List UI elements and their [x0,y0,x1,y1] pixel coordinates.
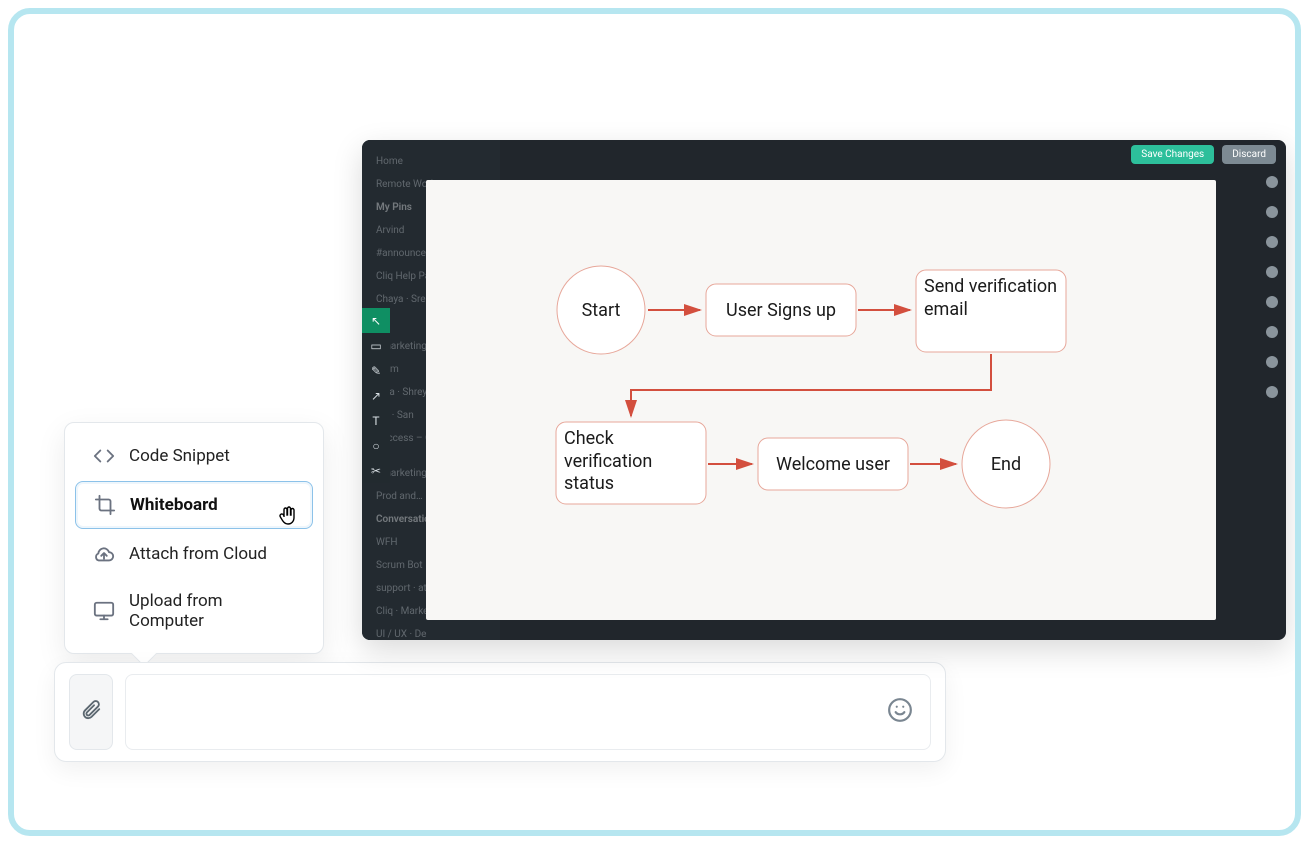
pen-icon: ✎ [371,364,381,378]
tool-pen[interactable]: ✎ [362,358,390,383]
save-changes-button[interactable]: Save Changes [1131,145,1214,164]
popover-item-whiteboard[interactable]: Whiteboard [75,481,313,529]
crop-tool-icon: ✂ [371,464,381,478]
whiteboard-toolbar: ↖ ▭ ✎ ↗ T ○ ✂ [362,308,390,483]
whiteboard-editor: HomeRemote WorkMy PinsArvind#announcemen… [362,140,1286,640]
editor-topbar: Save Changes Discard [362,140,1286,168]
presence-dot [1266,266,1278,278]
whiteboard-canvas[interactable]: Start User Signs up Send verification em… [426,180,1216,620]
tool-comment[interactable]: ○ [362,433,390,458]
discard-button[interactable]: Discard [1222,145,1276,164]
popover-item-attach-cloud[interactable]: Attach from Cloud [75,531,313,577]
attach-button[interactable] [69,674,113,750]
editor-right-icons [1266,176,1282,398]
arrow-email-to-check[interactable] [631,354,991,416]
popover-item-upload-computer[interactable]: Upload from Computer [75,579,313,643]
node-send-email-label: Send verification email [924,276,1058,321]
presence-dot [1266,296,1278,308]
tool-crop[interactable]: ✂ [362,458,390,483]
paperclip-icon [80,699,102,725]
shape-icon: ▭ [370,339,381,353]
app-frame: Code Snippet Whiteboard Attach from Clou… [8,8,1301,836]
node-signup-label: User Signs up [726,300,836,321]
code-icon [93,445,115,467]
comment-icon: ○ [372,439,379,453]
cursor-icon: ↖ [371,314,381,328]
node-welcome-label: Welcome user [776,454,890,475]
attachment-popover: Code Snippet Whiteboard Attach from Clou… [64,422,324,654]
tool-text[interactable]: T [362,408,390,433]
compose-bar [54,662,946,762]
presence-dot [1266,326,1278,338]
presence-dot [1266,206,1278,218]
node-start-label: Start [582,300,621,321]
node-end-label: End [991,454,1021,475]
popover-item-label: Whiteboard [130,495,218,515]
presence-dot [1266,236,1278,248]
text-icon: T [372,414,379,428]
cloud-icon [93,543,115,565]
presence-dot [1266,356,1278,368]
tool-arrow[interactable]: ↗ [362,383,390,408]
emoji-icon [887,697,913,727]
popover-item-code-snippet[interactable]: Code Snippet [75,433,313,479]
crop-icon [94,494,116,516]
flowchart-svg: Start User Signs up Send verification em… [426,180,1216,620]
popover-item-label: Attach from Cloud [129,544,267,564]
tool-select[interactable]: ↖ [362,308,390,333]
arrow-icon: ↗ [371,389,381,403]
popover-item-label: Code Snippet [129,446,230,466]
node-check-status-label: Check verification status [564,428,698,496]
presence-dot [1266,386,1278,398]
monitor-icon [93,600,115,622]
tool-shape[interactable]: ▭ [362,333,390,358]
presence-dot [1266,176,1278,188]
compose-input[interactable] [125,674,931,750]
emoji-button[interactable] [885,697,915,727]
popover-item-label: Upload from Computer [129,591,295,631]
